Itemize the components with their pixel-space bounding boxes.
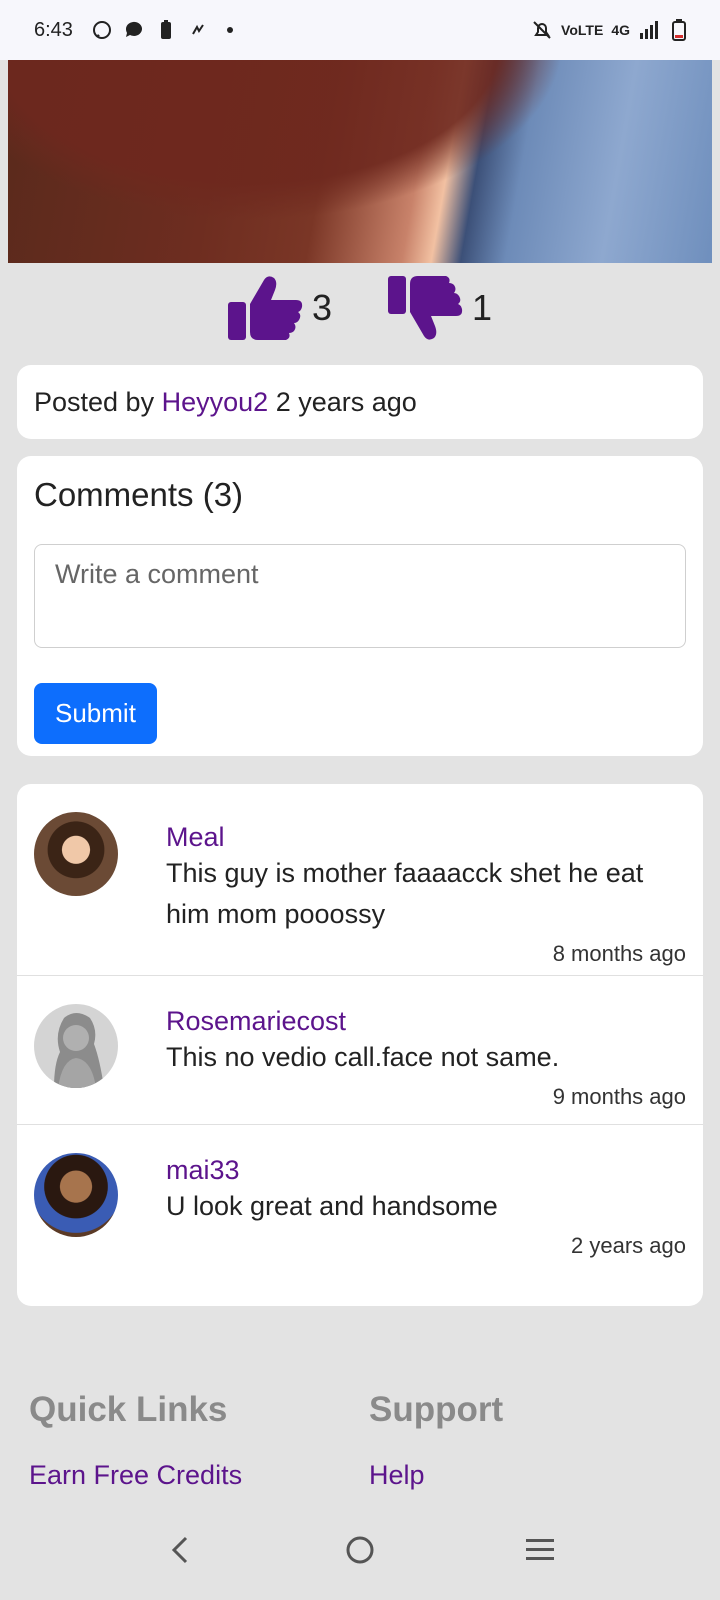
signal-icon: [638, 19, 660, 41]
avatar[interactable]: [34, 1153, 118, 1237]
comment-author[interactable]: mai33: [166, 1125, 686, 1186]
support-title: Support: [369, 1390, 504, 1429]
system-icons: VoLTE 4G: [531, 19, 690, 41]
dislike-count: 1: [472, 287, 493, 328]
notification-icons: [91, 19, 241, 41]
avatar[interactable]: [34, 1004, 118, 1088]
like-count: 3: [311, 287, 332, 328]
like-button[interactable]: 3: [227, 274, 332, 342]
system-nav-bar: [0, 1500, 720, 1600]
home-button[interactable]: [330, 1520, 390, 1580]
comments-title: Comments (3): [34, 476, 244, 513]
list-item: mai33 U look great and handsome 2 years …: [17, 1125, 703, 1285]
posted-by-label: Posted by: [34, 387, 155, 417]
comment-author[interactable]: Meal: [166, 822, 686, 853]
comment-text: U look great and handsome: [166, 1191, 498, 1221]
comment-body: Meal This guy is mother faaaacck shet he…: [166, 822, 686, 967]
network-indicator: 4G: [611, 22, 630, 38]
whatsapp-icon: [91, 19, 113, 41]
quick-links-section: Quick Links Earn Free Credits: [29, 1390, 369, 1491]
comment-text: This no vedio call.face not same.: [166, 1042, 560, 1072]
submit-button[interactable]: Submit: [34, 683, 157, 744]
comment-input[interactable]: [34, 544, 686, 648]
battery-icon: [668, 19, 690, 41]
dot-icon: [219, 19, 241, 41]
help-link[interactable]: Help: [369, 1460, 709, 1491]
earn-free-credits-link[interactable]: Earn Free Credits: [29, 1460, 369, 1491]
mute-icon: [531, 19, 553, 41]
status-time: 6:43: [34, 18, 73, 41]
comment-list: Meal This guy is mother faaaacck shet he…: [17, 784, 703, 1306]
status-bar: 6:43 VoLTE 4G: [0, 0, 720, 60]
default-avatar-icon: [54, 1013, 104, 1088]
comment-author[interactable]: Rosemariecost: [166, 976, 686, 1037]
comment-time: 2 years ago: [571, 1233, 686, 1258]
chat-icon: [123, 19, 145, 41]
recents-button[interactable]: [510, 1520, 570, 1580]
comment-form-card: Comments (3) Submit: [17, 456, 703, 756]
back-button[interactable]: [150, 1520, 210, 1580]
signal-swirl-icon: [187, 19, 209, 41]
support-section: Support Help: [369, 1390, 709, 1491]
list-item: Rosemariecost This no vedio call.face no…: [17, 976, 703, 1125]
quick-links-title: Quick Links: [29, 1390, 228, 1429]
menu-icon: [526, 1539, 554, 1560]
post-age: 2 years ago: [275, 387, 417, 417]
vote-bar: 3 1: [0, 268, 720, 348]
footer: Quick Links Earn Free Credits Support He…: [29, 1390, 709, 1491]
post-meta-card: Posted by Heyyou2 2 years ago: [17, 365, 703, 439]
comment-time: 9 months ago: [552, 1084, 686, 1109]
battery-saver-icon: [155, 19, 177, 41]
avatar[interactable]: [34, 812, 118, 896]
comment-text: This guy is mother faaaacck shet he eat …: [166, 858, 644, 929]
back-icon: [171, 1536, 188, 1564]
thumbs-down-icon: [388, 276, 463, 340]
comment-body: Rosemariecost This no vedio call.face no…: [166, 976, 686, 1110]
comment-body: mai33 U look great and handsome 2 years …: [166, 1125, 686, 1259]
author-link[interactable]: Heyyou2: [162, 387, 269, 417]
comment-time: 8 months ago: [552, 941, 686, 966]
volte-indicator: VoLTE: [561, 22, 604, 38]
list-item: Meal This guy is mother faaaacck shet he…: [17, 802, 703, 976]
home-icon: [346, 1536, 374, 1564]
post-image: [8, 60, 712, 263]
dislike-button[interactable]: 1: [388, 274, 492, 342]
thumbs-up-icon: [227, 276, 303, 340]
